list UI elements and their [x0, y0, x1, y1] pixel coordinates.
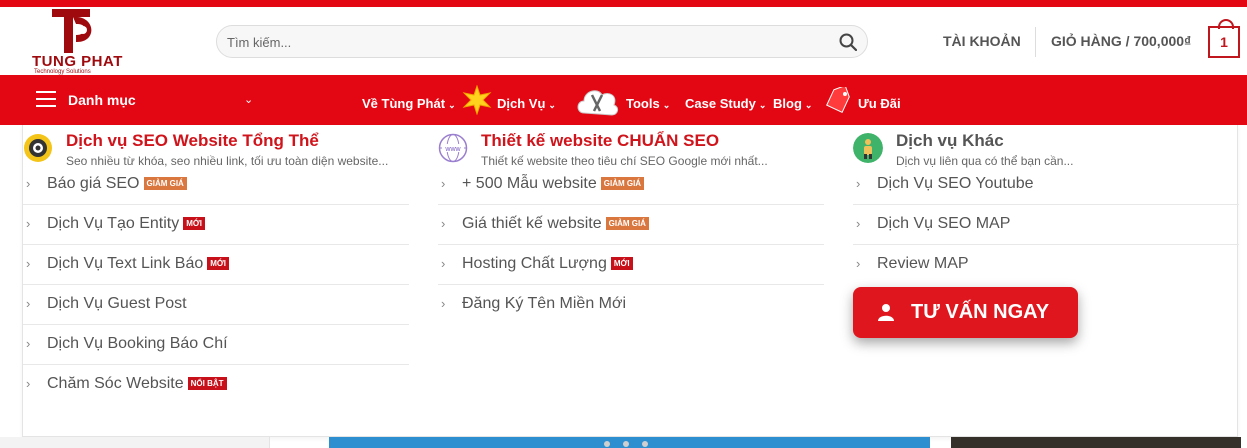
chevron-right-icon: › — [856, 176, 861, 191]
cart-count-badge[interactable]: 1 — [1208, 19, 1240, 58]
chevron-right-icon: › — [26, 256, 31, 271]
column-header: www Thiết kế website CHUẨN SEO Thiết kế … — [438, 129, 824, 169]
nav-item-label: Về Tùng Phát — [362, 96, 446, 111]
menu-item-label: Đăng Ký Tên Miền Mới — [462, 295, 627, 312]
chevron-right-icon: › — [441, 216, 446, 231]
menu-item-label: Giá thiết kế website — [462, 215, 602, 232]
column-title[interactable]: Dịch vụ SEO Website Tổng Thể — [66, 131, 319, 151]
sale-tag-icon — [826, 87, 850, 113]
menu-item[interactable]: › Dịch Vụ SEO Youtube — [853, 165, 1239, 205]
menu-item-label: Review MAP — [877, 255, 969, 272]
discount-badge: GIẢM GIÁ — [143, 177, 187, 190]
menu-item[interactable]: › Dịch Vụ Guest Post — [23, 285, 409, 325]
www-globe-icon: www — [438, 133, 468, 163]
user-icon — [878, 304, 894, 321]
nav-item-blog[interactable]: Blog ⌄ — [773, 96, 812, 111]
nav-item-tools[interactable]: Tools ⌄ — [626, 96, 670, 111]
nav-item-label: Tools — [626, 96, 660, 111]
chevron-down-icon: ⌄ — [448, 100, 456, 110]
search-input[interactable] — [227, 32, 827, 52]
person-icon — [853, 133, 883, 163]
chevron-down-icon[interactable]: ⌄ — [244, 93, 253, 106]
top-accent-bar — [0, 0, 1247, 7]
menu-item[interactable]: › Dịch Vụ Tạo Entity MỚI — [23, 205, 409, 245]
nav-item-deals[interactable]: Ưu Đãi — [858, 96, 901, 111]
mega-menu: Dịch vụ SEO Website Tổng Thể Seo nhiều t… — [22, 125, 1239, 437]
menu-item-label: Hosting Chất Lượng — [462, 255, 607, 272]
target-icon — [24, 134, 52, 162]
chevron-right-icon: › — [26, 176, 31, 191]
logo-text: TUNG PHAT — [32, 53, 123, 70]
chevron-down-icon: ⌄ — [804, 100, 813, 110]
menu-item[interactable]: › Báo giá SEO GIẢM GIÁ — [23, 165, 409, 205]
column-title[interactable]: Dịch vụ Khác — [896, 131, 1004, 151]
menu-item[interactable]: › Chăm Sóc Website NỔI BẬT — [23, 365, 409, 405]
chevron-down-icon: ⌄ — [758, 100, 767, 110]
consult-now-label: TƯ VẤN NGAY — [911, 301, 1050, 323]
page: TUNG PHAT Technology Solutions TÀI KHOẢN… — [0, 0, 1247, 448]
nav-item-label: Dịch Vụ — [497, 96, 546, 111]
site-header: TUNG PHAT Technology Solutions TÀI KHOẢN… — [0, 7, 1247, 75]
search-icon[interactable] — [839, 33, 857, 51]
menu-item-label: + 500 Mẫu website — [462, 175, 597, 192]
menu-item[interactable]: › Dịch Vụ Booking Báo Chí — [23, 325, 409, 365]
chevron-right-icon: › — [441, 176, 446, 191]
featured-badge: NỔI BẬT — [187, 377, 227, 390]
menu-item-label: Dịch Vụ Booking Báo Chí — [47, 335, 228, 352]
nav-item-case-study[interactable]: Case Study ⌄ — [685, 96, 766, 111]
menu-item[interactable]: › Dịch Vụ SEO MAP — [853, 205, 1239, 245]
menu-item-label: Dịch Vụ SEO Youtube — [877, 175, 1034, 192]
account-link[interactable]: TÀI KHOẢN — [943, 33, 1021, 49]
logo-mark-icon — [52, 9, 92, 53]
chevron-right-icon: › — [26, 336, 31, 351]
slider-dots[interactable] — [604, 434, 661, 448]
discount-badge: GIẢM GIÁ — [605, 217, 649, 230]
sidebar-edge — [0, 437, 270, 448]
chevron-right-icon: › — [26, 376, 31, 391]
chevron-right-icon: › — [441, 256, 446, 271]
menu-item[interactable]: › Dịch Vụ Text Link Báo MỚI — [23, 245, 409, 285]
chevron-down-icon: ⌄ — [662, 100, 671, 110]
column-header: Dịch vụ Khác Dịch vụ liên qua có thể bạn… — [853, 129, 1239, 169]
menu-item[interactable]: › + 500 Mẫu website GIẢM GIÁ — [438, 165, 824, 205]
menu-item[interactable]: › Giá thiết kế website GIẢM GIÁ — [438, 205, 824, 245]
nav-item-label: Blog — [773, 96, 802, 111]
header-divider — [1035, 27, 1036, 57]
discount-badge: GIẢM GIÁ — [600, 177, 645, 190]
nav-item-services[interactable]: Dịch Vụ ⌄ — [497, 96, 556, 111]
menu-item-label: Báo giá SEO — [47, 175, 140, 192]
menu-item-label: Dịch Vụ Text Link Báo — [47, 255, 204, 272]
chevron-down-icon: ⌄ — [548, 100, 556, 110]
menu-item-label: Dịch Vụ SEO MAP — [877, 215, 1011, 232]
column-header: Dịch vụ SEO Website Tổng Thể Seo nhiều t… — [23, 129, 409, 169]
menu-item-label: Dịch Vụ Tạo Entity — [47, 215, 180, 232]
new-badge: MỚI — [183, 217, 205, 230]
chevron-right-icon: › — [441, 296, 446, 311]
cart-link[interactable]: GIỎ HÀNG / 700,000₫ — [1051, 33, 1191, 49]
main-nav: Danh mục ⌄ Về Tùng Phát ⌄ Dịch Vụ ⌄ Tools ⌄… — [0, 75, 1247, 125]
new-badge: MỚI — [610, 257, 633, 270]
svg-text:www: www — [444, 146, 461, 153]
site-logo[interactable]: TUNG PHAT Technology Solutions — [30, 9, 123, 75]
categories-toggle[interactable]: Danh mục — [68, 92, 136, 108]
nav-item-label: Case Study — [685, 96, 756, 111]
chevron-right-icon: › — [856, 256, 861, 271]
chevron-right-icon: › — [856, 216, 861, 231]
chevron-right-icon: › — [26, 216, 31, 231]
nav-item-about[interactable]: Về Tùng Phát ⌄ — [362, 96, 456, 111]
menu-item[interactable]: › Hosting Chất Lượng MỚI — [438, 245, 824, 285]
cloud-tools-icon — [577, 90, 619, 116]
menu-item[interactable]: › Đăng Ký Tên Miền Mới — [438, 285, 824, 325]
menu-item-label: Chăm Sóc Website — [47, 375, 184, 392]
hamburger-icon[interactable] — [36, 91, 56, 107]
consult-now-button[interactable]: TƯ VẤN NGAY — [853, 287, 1078, 338]
menu-item-label: Dịch Vụ Guest Post — [47, 295, 187, 312]
search-bar — [216, 25, 868, 58]
new-badge: MỚI — [207, 257, 229, 270]
side-banner — [951, 437, 1241, 448]
column-title[interactable]: Thiết kế website CHUẨN SEO — [481, 131, 719, 151]
menu-item[interactable]: › Review MAP — [853, 245, 1239, 285]
star-burst-icon — [462, 85, 492, 115]
chevron-right-icon: › — [26, 296, 31, 311]
